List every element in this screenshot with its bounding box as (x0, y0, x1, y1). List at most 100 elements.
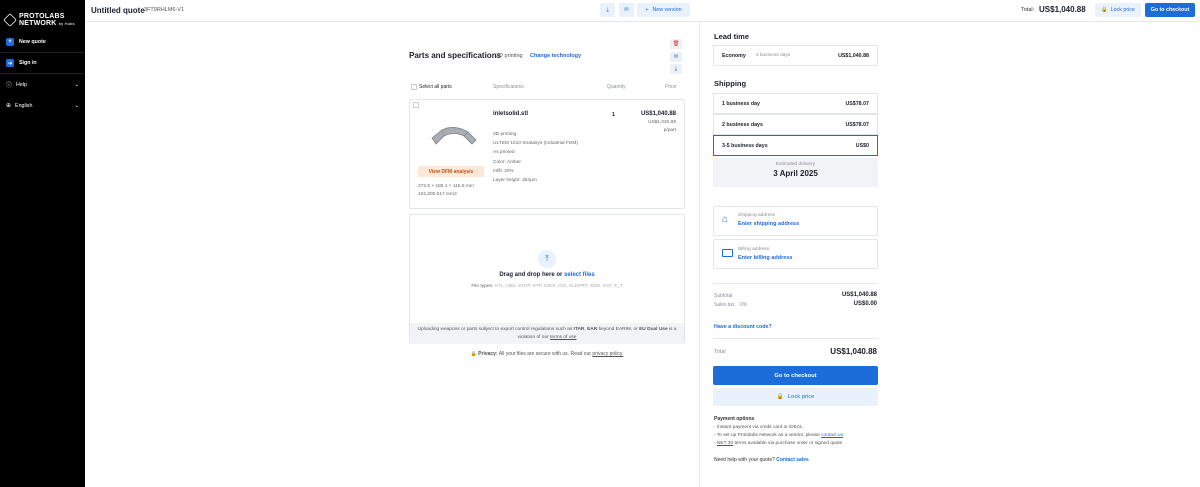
contact-us-link[interactable]: contact us (821, 433, 843, 438)
total-value: US$1,040.88 (830, 347, 877, 356)
quote-title[interactable]: Untitled quote (91, 6, 145, 15)
enter-shipping-address-link[interactable]: Enter shipping address (738, 221, 799, 227)
notice-beyond: beyond EAR99, or (598, 327, 638, 332)
brand-line1: PROTOLABS (19, 12, 65, 20)
new-version-button[interactable]: + New version (637, 3, 690, 17)
enter-billing-address-link[interactable]: Enter billing address (738, 255, 792, 261)
contact-sales-link[interactable]: Contact sales (776, 457, 809, 463)
checkout-button[interactable]: Go to checkout (713, 366, 878, 385)
estimated-delivery: Estimated delivery 3 April 2025 (713, 158, 878, 187)
shipping-title: Shipping (714, 79, 747, 88)
subtotal-value: US$1,040.88 (841, 292, 877, 298)
spec-line: ULTEM 1010 Stratasys (Industrial FDM) (493, 141, 578, 147)
payment-options-list: - Instant payment via credit card or iDE… (714, 425, 843, 446)
mail-icon: ✉ (624, 7, 629, 13)
chevron-down-icon: ⌄ (74, 81, 79, 88)
spec-line: Color: Amber (493, 159, 521, 165)
payment-line1: Instant payment via credit card or iDEAL (716, 425, 803, 430)
payment-line2: To set up Protolabs Network as a vendor,… (716, 433, 820, 438)
notice-comma: , (584, 327, 586, 332)
lead-time-days: 3 business days (755, 53, 791, 58)
file-types: File types: STL, OBJ, STEP, STP, IGES, I… (410, 284, 684, 289)
shipping-option-price: US$78.07 (845, 100, 869, 107)
privacy-policy-link[interactable]: privacy policy. (592, 351, 623, 357)
spec-line: 3D printing (493, 132, 517, 137)
delete-parts-button[interactable]: 🗑 (670, 39, 682, 49)
subtotal-label: Subtotal (714, 293, 733, 299)
plus-icon: + (645, 7, 649, 13)
drag-drop-text: Drag and drop here or select files (410, 272, 684, 278)
billing-address-card[interactable]: Billing address Enter billing address (713, 239, 878, 269)
terms-of-use-link[interactable]: terms of use (550, 335, 576, 340)
lock-icon: 🔒 (470, 351, 477, 357)
net-30-link[interactable]: NET 30 (717, 441, 733, 446)
part-specs[interactable]: 3D printing ULTEM 1010 Stratasys (Indust… (493, 130, 578, 185)
header-total-label: Total: (1021, 7, 1035, 13)
sidebar-menu-label: English (15, 102, 33, 109)
select-files-link[interactable]: select files (564, 272, 595, 278)
notice-pre: Uploading weapons or parts subject to ex… (417, 327, 573, 332)
email-quote-button[interactable]: ✉ (619, 3, 634, 17)
select-all-checkbox[interactable] (411, 84, 417, 90)
change-technology-link[interactable]: Change technology (530, 53, 581, 59)
upload-icon: ⤒ (538, 250, 556, 268)
part-price-total: US$1,040.88 (640, 111, 676, 117)
spec-line: Layer height: 254μm (493, 178, 537, 184)
lock-icon: 🔒 (1101, 7, 1108, 13)
total-divider (713, 338, 878, 339)
part-price-unit: US$1,040.88 (647, 120, 676, 125)
sidebar-menu-help[interactable]: ⓘ Help ⌄ (0, 74, 85, 95)
download-icon: ⤓ (606, 6, 609, 13)
sidebar-item-sign-in[interactable]: ➜ Sign in (0, 53, 85, 74)
part-thumbnail[interactable] (428, 120, 480, 148)
notice-eu: EU Dual Use (639, 327, 668, 332)
lead-time-name: Economy (722, 52, 746, 59)
sidebar-menu-language[interactable]: ⊕ English ⌄ (0, 95, 85, 116)
shipping-option-label: 1 business day (722, 100, 760, 107)
discount-code-link[interactable]: Have a discount code? (714, 324, 772, 330)
estimated-label: Estimated delivery (775, 162, 816, 167)
header-checkout-button[interactable]: Go to checkout (1145, 3, 1195, 17)
lead-time-option[interactable]: Economy 3 business days US$1,040.88 (713, 45, 878, 66)
column-quantity: Quantity (607, 84, 626, 90)
email-parts-button[interactable]: ✉ (670, 52, 682, 62)
help-line: Need help with your quote? Contact sales (714, 457, 809, 463)
upload-dropzone[interactable]: ⤒ Drag and drop here or select files Fil… (409, 214, 685, 344)
download-quote-button[interactable]: ⤓ (600, 3, 615, 17)
shipping-option-price: US$0 (855, 142, 869, 149)
payment-line3: terms available via purchase order or si… (734, 441, 843, 446)
shipping-option-3-5-days[interactable]: 3-5 business days US$0 (713, 135, 878, 156)
lead-time-price: US$1,040.88 (838, 52, 869, 59)
header-total-value: US$1,040.88 (1039, 5, 1086, 14)
download-parts-button[interactable]: ⤓ (670, 64, 682, 74)
credit-card-icon (722, 249, 733, 257)
part-quantity[interactable]: 1 (612, 112, 615, 118)
lock-price-button[interactable]: 🔒 Lock price (713, 388, 878, 406)
trash-icon: 🗑 (672, 41, 680, 47)
panel-divider (699, 22, 700, 487)
shipping-address-card[interactable]: ⌂ Shipping address Enter shipping addres… (713, 206, 878, 236)
brand-by: by Hubs (58, 20, 75, 26)
part-filename[interactable]: inletsolid.stl (493, 111, 528, 117)
part-card[interactable]: View DFM analysis 272.5 × 186.1 × 115.8 … (409, 99, 685, 209)
part-checkbox[interactable] (413, 102, 419, 108)
sidebar-item-new-quote[interactable]: + New quote (0, 32, 85, 53)
notice-ear: EAR (587, 327, 598, 332)
lead-time-title: Lead time (714, 32, 750, 41)
select-all-row[interactable]: Select all parts (411, 84, 452, 90)
sidebar: PROTOLABS NETWORK by Hubs + New quote ➜ … (0, 0, 85, 487)
part-dimensions: 272.5 × 186.1 × 115.8 mm (418, 184, 474, 189)
shipping-option-1-day[interactable]: 1 business day US$78.07 (713, 93, 878, 114)
globe-icon: ⊕ (6, 103, 12, 109)
estimated-date: 3 April 2025 (773, 169, 818, 178)
spec-line: Infill: 20% (493, 168, 514, 174)
sign-in-icon: ➜ (6, 59, 14, 67)
brand-logo[interactable]: PROTOLABS NETWORK by Hubs (0, 0, 85, 32)
lock-price-label: Lock price (787, 394, 815, 400)
dfm-label: View DFM analysis (428, 168, 474, 175)
shipping-address-label: Shipping address (738, 213, 776, 218)
shipping-option-2-days[interactable]: 2 business days US$78.07 (713, 114, 878, 135)
header-lock-price-button[interactable]: 🔒 Lock price (1095, 3, 1141, 17)
help-text: Need help with your quote? (714, 457, 775, 463)
view-dfm-button[interactable]: View DFM analysis (418, 166, 484, 177)
